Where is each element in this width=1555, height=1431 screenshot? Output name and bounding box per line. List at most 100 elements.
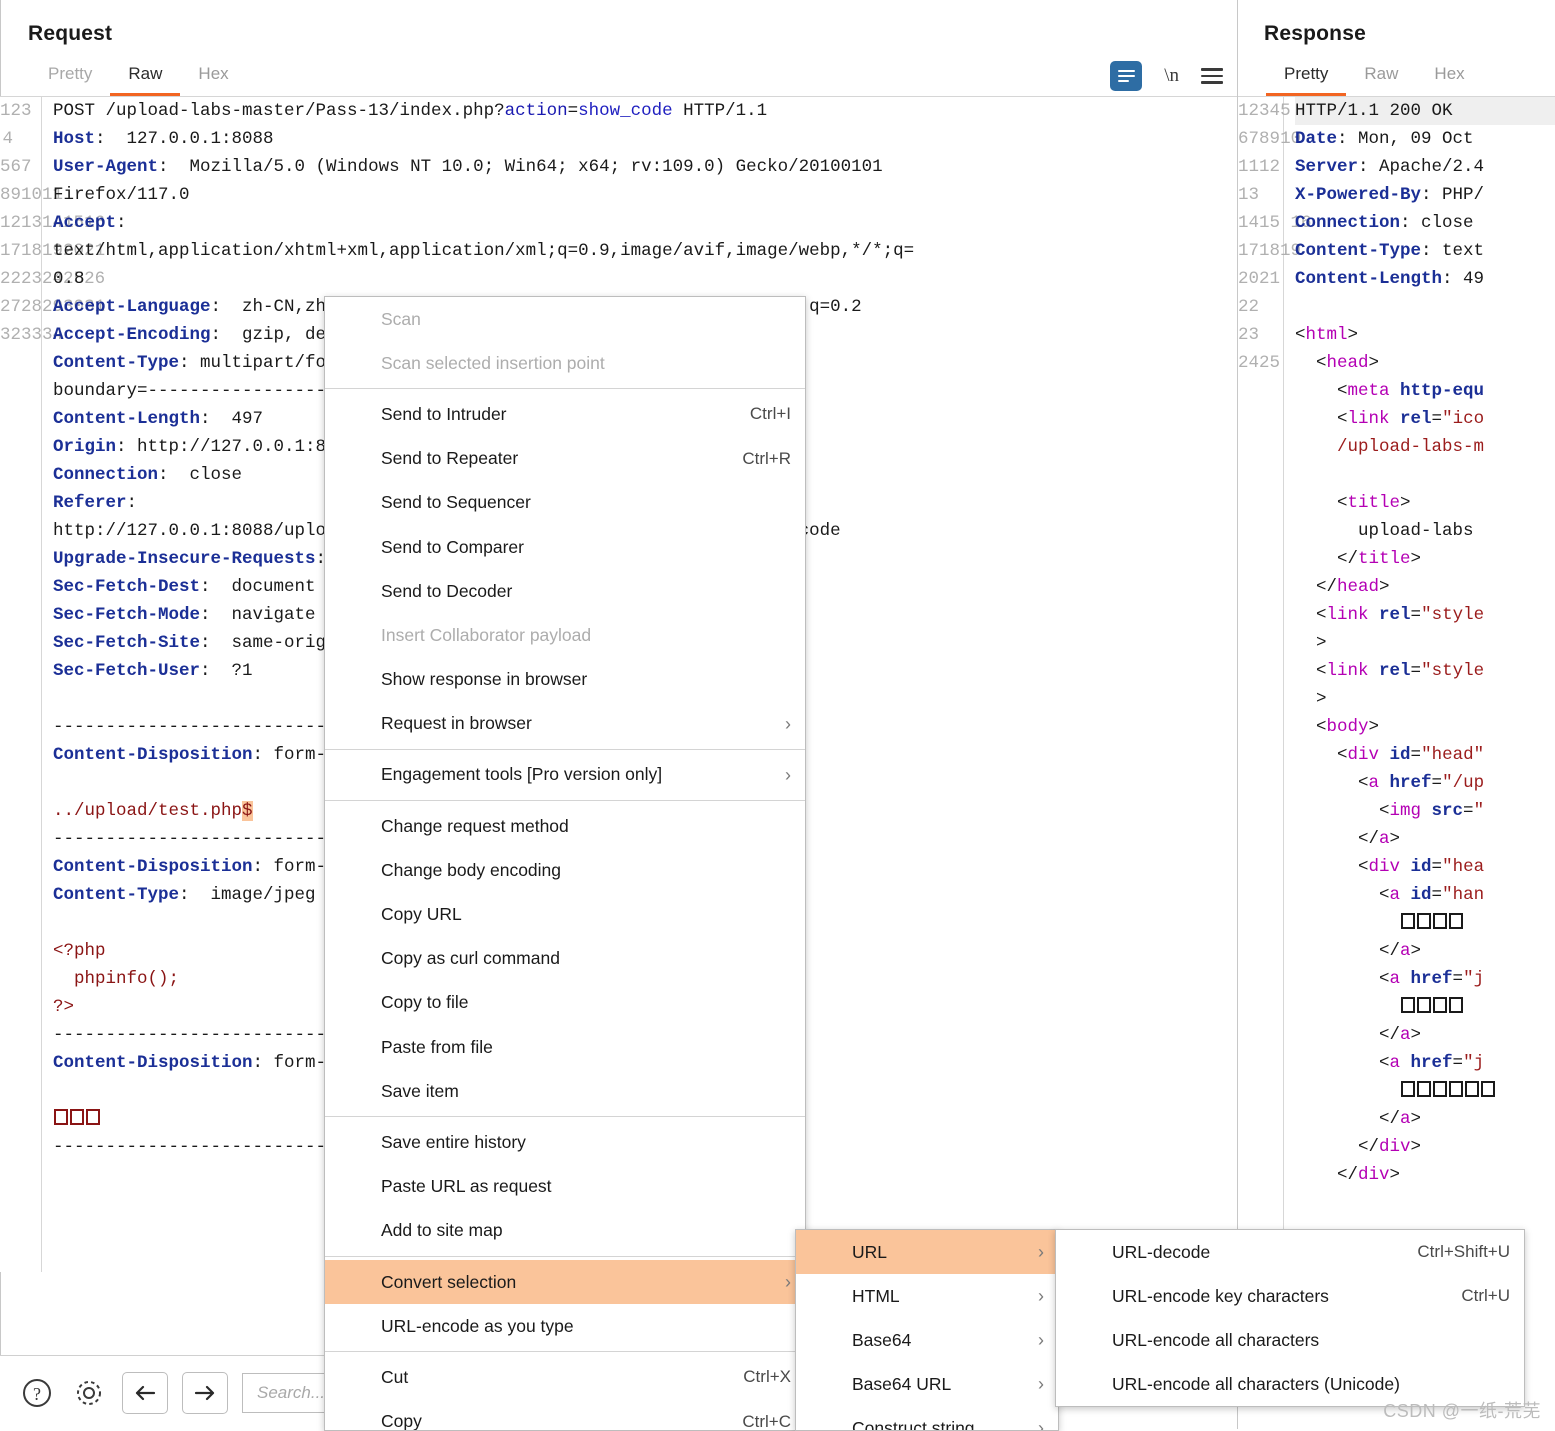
request-title: Request xyxy=(0,0,1237,46)
convert-item-base64-url[interactable]: Base64 URL› xyxy=(796,1362,1058,1406)
chevron-right-icon: › xyxy=(785,715,791,733)
chevron-right-icon: › xyxy=(785,1273,791,1291)
code-line: Date: Mon, 09 Oct xyxy=(1295,125,1555,153)
code-line: <head> xyxy=(1295,349,1555,377)
word-wrap-bars xyxy=(1118,67,1135,85)
menu-item-request-in-browser[interactable]: Request in browser› xyxy=(325,702,805,746)
context-menu[interactable]: ScanScan selected insertion pointSend to… xyxy=(324,296,806,1431)
menu-item-label: URL-encode as you type xyxy=(381,1316,791,1337)
menu-item-cut[interactable]: CutCtrl+X xyxy=(325,1355,805,1399)
menu-item-shortcut: Ctrl+I xyxy=(750,404,791,424)
menu-item-send-to-comparer[interactable]: Send to Comparer xyxy=(325,525,805,569)
menu-item-send-to-decoder[interactable]: Send to Decoder xyxy=(325,569,805,613)
code-line xyxy=(1295,1077,1555,1105)
response-gutter: 12345 678910 1112 13 1415 16 171819 2021… xyxy=(1238,97,1284,1348)
menu-item-label: URL-encode all characters xyxy=(1112,1330,1510,1351)
chevron-right-icon: › xyxy=(1038,1331,1044,1349)
tab-request-raw[interactable]: Raw xyxy=(110,64,180,96)
menu-item-convert-selection[interactable]: Convert selection› xyxy=(325,1260,805,1304)
menu-item-paste-url-as-request[interactable]: Paste URL as request xyxy=(325,1165,805,1209)
menu-item-copy-as-curl-command[interactable]: Copy as curl command xyxy=(325,937,805,981)
menu-item-label: Copy as curl command xyxy=(381,948,791,969)
help-icon[interactable]: ? xyxy=(18,1374,56,1412)
response-panel: Response Pretty Raw Hex 12345 678910 111… xyxy=(1238,0,1555,1429)
menu-separator xyxy=(325,749,805,750)
urlenc-item-url-encode-all-characters[interactable]: URL-encode all characters xyxy=(1056,1318,1524,1362)
response-code[interactable]: HTTP/1.1 200 OKDate: Mon, 09 OctServer: … xyxy=(1284,97,1555,1348)
code-line: Connection: close xyxy=(1295,209,1555,237)
code-line: > xyxy=(1295,685,1555,713)
tab-request-hex[interactable]: Hex xyxy=(180,64,246,96)
code-line: upload-labs xyxy=(1295,517,1555,545)
tab-response-hex[interactable]: Hex xyxy=(1416,64,1482,96)
menu-item-engagement-tools-pro-version-only[interactable]: Engagement tools [Pro version only]› xyxy=(325,753,805,797)
menu-separator xyxy=(325,800,805,801)
tab-request-pretty[interactable]: Pretty xyxy=(30,64,110,96)
menu-item-label: Base64 URL xyxy=(852,1374,1044,1395)
chevron-right-icon: › xyxy=(785,766,791,784)
convert-selection-submenu[interactable]: URL›HTML›Base64›Base64 URL›Construct str… xyxy=(795,1229,1059,1431)
url-encode-submenu[interactable]: URL-decodeCtrl+Shift+UURL-encode key cha… xyxy=(1055,1229,1525,1407)
menu-item-label: Request in browser xyxy=(381,713,791,734)
back-button[interactable] xyxy=(122,1372,168,1414)
menu-item-copy-to-file[interactable]: Copy to file xyxy=(325,981,805,1025)
menu-item-url-encode-as-you-type[interactable]: URL-encode as you type xyxy=(325,1304,805,1348)
menu-item-send-to-intruder[interactable]: Send to IntruderCtrl+I xyxy=(325,392,805,436)
search-placeholder: Search... xyxy=(257,1383,325,1403)
menu-item-scan-selected-insertion-point: Scan selected insertion point xyxy=(325,341,805,385)
menu-item-label: Copy xyxy=(381,1411,716,1431)
menu-item-label: HTML xyxy=(852,1286,1044,1307)
code-line: Content-Length: 49 xyxy=(1295,265,1555,293)
response-editor[interactable]: 12345 678910 1112 13 1415 16 171819 2021… xyxy=(1238,97,1555,1348)
code-line: <a href="j xyxy=(1295,965,1555,993)
code-line: text/html,application/xhtml+xml,applicat… xyxy=(53,237,1237,265)
menu-item-copy-url[interactable]: Copy URL xyxy=(325,892,805,936)
code-line: </a> xyxy=(1295,1021,1555,1049)
convert-item-base64[interactable]: Base64› xyxy=(796,1318,1058,1362)
menu-item-copy[interactable]: CopyCtrl+C xyxy=(325,1400,805,1431)
menu-separator xyxy=(325,1256,805,1257)
code-line: /upload-labs-m xyxy=(1295,433,1555,461)
menu-item-send-to-sequencer[interactable]: Send to Sequencer xyxy=(325,481,805,525)
watermark: CSDN @一纸-荒芜 xyxy=(1383,1397,1541,1423)
convert-item-html[interactable]: HTML› xyxy=(796,1274,1058,1318)
convert-item-url[interactable]: URL› xyxy=(796,1230,1058,1274)
forward-button[interactable] xyxy=(182,1372,228,1414)
menu-item-change-request-method[interactable]: Change request method xyxy=(325,804,805,848)
menu-item-label: Send to Comparer xyxy=(381,537,791,558)
menu-item-label: Send to Decoder xyxy=(381,581,791,602)
code-line: <img src=" xyxy=(1295,797,1555,825)
menu-item-add-to-site-map[interactable]: Add to site map xyxy=(325,1209,805,1253)
chevron-right-icon: › xyxy=(1038,1287,1044,1305)
tab-response-raw[interactable]: Raw xyxy=(1346,64,1416,96)
menu-item-paste-from-file[interactable]: Paste from file xyxy=(325,1025,805,1069)
urlenc-item-url-decode[interactable]: URL-decodeCtrl+Shift+U xyxy=(1056,1230,1524,1274)
code-line: <link rel="style xyxy=(1295,657,1555,685)
code-line: HTTP/1.1 200 OK xyxy=(1295,97,1555,125)
newline-toggle-icon[interactable]: \n xyxy=(1164,65,1179,87)
response-tabstrip: Pretty Raw Hex xyxy=(1238,54,1555,97)
code-line xyxy=(1295,461,1555,489)
urlenc-item-url-encode-key-characters[interactable]: URL-encode key charactersCtrl+U xyxy=(1056,1274,1524,1318)
menu-item-label: Base64 xyxy=(852,1330,1044,1351)
selected-text[interactable]: $ xyxy=(242,801,253,821)
code-line: </title> xyxy=(1295,545,1555,573)
menu-item-label: Scan selected insertion point xyxy=(381,353,791,374)
menu-item-save-entire-history[interactable]: Save entire history xyxy=(325,1120,805,1164)
code-line: > xyxy=(1295,629,1555,657)
menu-separator xyxy=(325,1351,805,1352)
gear-icon[interactable] xyxy=(70,1374,108,1412)
code-line: <html> xyxy=(1295,321,1555,349)
menu-item-show-response-in-browser[interactable]: Show response in browser xyxy=(325,658,805,702)
convert-item-construct-string[interactable]: Construct string› xyxy=(796,1406,1058,1431)
hamburger-menu-icon[interactable] xyxy=(1201,64,1223,87)
code-line: </a> xyxy=(1295,937,1555,965)
request-tab-tools: \n xyxy=(1110,61,1223,91)
word-wrap-icon[interactable] xyxy=(1110,61,1142,91)
code-line: User-Agent: Mozilla/5.0 (Windows NT 10.0… xyxy=(53,153,1237,181)
tab-response-pretty[interactable]: Pretty xyxy=(1266,64,1346,96)
menu-item-save-item[interactable]: Save item xyxy=(325,1069,805,1113)
chevron-right-icon: › xyxy=(1038,1419,1044,1431)
menu-item-change-body-encoding[interactable]: Change body encoding xyxy=(325,848,805,892)
menu-item-send-to-repeater[interactable]: Send to RepeaterCtrl+R xyxy=(325,437,805,481)
